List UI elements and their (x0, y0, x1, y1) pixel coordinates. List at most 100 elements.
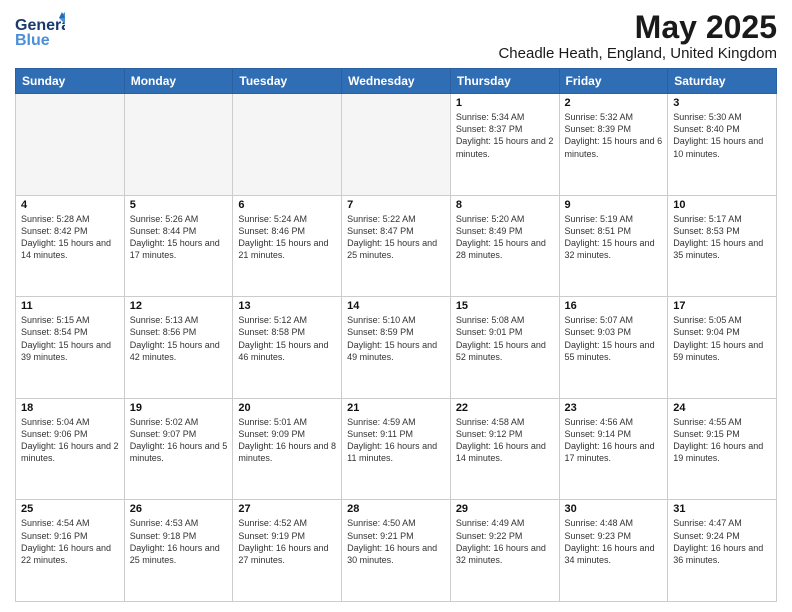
day-number: 7 (347, 199, 445, 211)
calendar-week-row: 25 Sunrise: 4:54 AMSunset: 9:16 PMDayligh… (16, 500, 777, 602)
day-number: 10 (673, 199, 771, 211)
col-sunday: Sunday (16, 69, 125, 94)
cell-info: Sunrise: 4:48 AMSunset: 9:23 PMDaylight:… (565, 517, 663, 566)
day-number: 22 (456, 402, 554, 414)
table-cell: 21Sunrise: 4:59 AMSunset: 9:11 PMDayligh… (342, 398, 451, 500)
table-cell: 8 Sunrise: 5:20 AMSunset: 8:49 PMDaylight… (450, 195, 559, 297)
table-cell: 2 Sunrise: 5:32 AMSunset: 8:39 PMDaylight… (559, 94, 668, 196)
table-cell: 11 Sunrise: 5:15 AMSunset: 8:54 PMDayligh… (16, 297, 125, 399)
table-cell (124, 94, 233, 196)
cell-info: Sunrise: 5:01 AMSunset: 9:09 PMDaylight:… (238, 416, 336, 465)
table-cell: 20 Sunrise: 5:01 AMSunset: 9:09 PMDayligh… (233, 398, 342, 500)
cell-info: Sunrise: 5:19 AMSunset: 8:51 PMDaylight:… (565, 213, 663, 262)
table-cell (342, 94, 451, 196)
table-cell: 6 Sunrise: 5:24 AMSunset: 8:46 PMDaylight… (233, 195, 342, 297)
cell-info: Sunrise: 4:58 AMSunset: 9:12 PMDaylight:… (456, 416, 554, 465)
day-number: 31 (673, 503, 771, 515)
page: General Blue May 2025 Cheadle Heath, Eng… (0, 0, 792, 612)
table-cell: 12Sunrise: 5:13 AMSunset: 8:56 PMDayligh… (124, 297, 233, 399)
day-number: 27 (238, 503, 336, 515)
col-saturday: Saturday (668, 69, 777, 94)
cell-info: Sunrise: 4:56 AMSunset: 9:14 PMDaylight:… (565, 416, 663, 465)
day-number: 11 (21, 300, 119, 312)
cell-info: Sunrise: 5:02 AMSunset: 9:07 PMDaylight:… (130, 416, 228, 465)
svg-text:Blue: Blue (15, 32, 50, 49)
day-number: 29 (456, 503, 554, 515)
table-cell: 22 Sunrise: 4:58 AMSunset: 9:12 PMDayligh… (450, 398, 559, 500)
logo-icon: General Blue (15, 10, 65, 50)
table-cell: 28Sunrise: 4:50 AMSunset: 9:21 PMDayligh… (342, 500, 451, 602)
cell-info: Sunrise: 5:28 AMSunset: 8:42 PMDaylight:… (21, 213, 119, 262)
table-cell: 7 Sunrise: 5:22 AMSunset: 8:47 PMDaylight… (342, 195, 451, 297)
cell-info: Sunrise: 5:34 AMSunset: 8:37 PMDaylight:… (456, 111, 554, 160)
location: Cheadle Heath, England, United Kingdom (498, 45, 777, 62)
cell-info: Sunrise: 4:49 AMSunset: 9:22 PMDaylight:… (456, 517, 554, 566)
day-number: 20 (238, 402, 336, 414)
day-number: 14 (347, 300, 445, 312)
table-cell (233, 94, 342, 196)
table-cell: 19 Sunrise: 5:02 AMSunset: 9:07 PMDayligh… (124, 398, 233, 500)
table-cell: 26 Sunrise: 4:53 AMSunset: 9:18 PMDayligh… (124, 500, 233, 602)
cell-info: Sunrise: 5:10 AMSunset: 8:59 PMDaylight:… (347, 314, 445, 363)
cell-info: Sunrise: 4:55 AMSunset: 9:15 PMDaylight:… (673, 416, 771, 465)
table-cell: 30 Sunrise: 4:48 AMSunset: 9:23 PMDayligh… (559, 500, 668, 602)
cell-info: Sunrise: 5:17 AMSunset: 8:53 PMDaylight:… (673, 213, 771, 262)
day-number: 26 (130, 503, 228, 515)
table-cell: 17 Sunrise: 5:05 AMSunset: 9:04 PMDayligh… (668, 297, 777, 399)
table-cell: 31 Sunrise: 4:47 AMSunset: 9:24 PMDayligh… (668, 500, 777, 602)
cell-info: Sunrise: 5:32 AMSunset: 8:39 PMDaylight:… (565, 111, 663, 160)
table-cell: 23Sunrise: 4:56 AMSunset: 9:14 PMDayligh… (559, 398, 668, 500)
header-right: May 2025 Cheadle Heath, England, United … (498, 10, 777, 62)
table-cell: 9 Sunrise: 5:19 AMSunset: 8:51 PMDaylight… (559, 195, 668, 297)
cell-info: Sunrise: 5:24 AMSunset: 8:46 PMDaylight:… (238, 213, 336, 262)
day-number: 9 (565, 199, 663, 211)
cell-info: Sunrise: 4:54 AMSunset: 9:16 PMDaylight:… (21, 517, 119, 566)
cell-info: Sunrise: 5:12 AMSunset: 8:58 PMDaylight:… (238, 314, 336, 363)
day-number: 25 (21, 503, 119, 515)
col-friday: Friday (559, 69, 668, 94)
cell-info: Sunrise: 4:59 AMSunset: 9:11 PMDaylight:… (347, 416, 445, 465)
calendar-week-row: 4Sunrise: 5:28 AMSunset: 8:42 PMDaylight… (16, 195, 777, 297)
day-number: 12 (130, 300, 228, 312)
day-number: 28 (347, 503, 445, 515)
logo: General Blue (15, 10, 65, 50)
cell-info: Sunrise: 5:08 AMSunset: 9:01 PMDaylight:… (456, 314, 554, 363)
cell-info: Sunrise: 5:05 AMSunset: 9:04 PMDaylight:… (673, 314, 771, 363)
day-number: 8 (456, 199, 554, 211)
day-number: 16 (565, 300, 663, 312)
cell-info: Sunrise: 5:30 AMSunset: 8:40 PMDaylight:… (673, 111, 771, 160)
header: General Blue May 2025 Cheadle Heath, Eng… (15, 10, 777, 62)
day-number: 2 (565, 97, 663, 109)
table-cell (16, 94, 125, 196)
calendar-week-row: 18 Sunrise: 5:04 AMSunset: 9:06 PMDayligh… (16, 398, 777, 500)
table-cell: 4Sunrise: 5:28 AMSunset: 8:42 PMDaylight… (16, 195, 125, 297)
calendar-table: Sunday Monday Tuesday Wednesday Thursday… (15, 68, 777, 602)
cell-info: Sunrise: 4:53 AMSunset: 9:18 PMDaylight:… (130, 517, 228, 566)
table-cell: 1 Sunrise: 5:34 AMSunset: 8:37 PMDaylight… (450, 94, 559, 196)
table-cell: 15 Sunrise: 5:08 AMSunset: 9:01 PMDayligh… (450, 297, 559, 399)
day-number: 17 (673, 300, 771, 312)
day-number: 15 (456, 300, 554, 312)
day-number: 18 (21, 402, 119, 414)
calendar-week-row: 11 Sunrise: 5:15 AMSunset: 8:54 PMDayligh… (16, 297, 777, 399)
cell-info: Sunrise: 4:52 AMSunset: 9:19 PMDaylight:… (238, 517, 336, 566)
cell-info: Sunrise: 4:47 AMSunset: 9:24 PMDaylight:… (673, 517, 771, 566)
day-number: 30 (565, 503, 663, 515)
table-cell: 5Sunrise: 5:26 AMSunset: 8:44 PMDaylight… (124, 195, 233, 297)
table-cell: 24 Sunrise: 4:55 AMSunset: 9:15 PMDayligh… (668, 398, 777, 500)
cell-info: Sunrise: 5:15 AMSunset: 8:54 PMDaylight:… (21, 314, 119, 363)
day-number: 19 (130, 402, 228, 414)
cell-info: Sunrise: 5:20 AMSunset: 8:49 PMDaylight:… (456, 213, 554, 262)
cell-info: Sunrise: 5:04 AMSunset: 9:06 PMDaylight:… (21, 416, 119, 465)
col-thursday: Thursday (450, 69, 559, 94)
col-tuesday: Tuesday (233, 69, 342, 94)
day-number: 24 (673, 402, 771, 414)
table-cell: 18 Sunrise: 5:04 AMSunset: 9:06 PMDayligh… (16, 398, 125, 500)
cell-info: Sunrise: 5:22 AMSunset: 8:47 PMDaylight:… (347, 213, 445, 262)
table-cell: 10 Sunrise: 5:17 AMSunset: 8:53 PMDayligh… (668, 195, 777, 297)
table-cell: 27 Sunrise: 4:52 AMSunset: 9:19 PMDayligh… (233, 500, 342, 602)
day-number: 6 (238, 199, 336, 211)
day-number: 1 (456, 97, 554, 109)
table-cell: 3Sunrise: 5:30 AMSunset: 8:40 PMDaylight… (668, 94, 777, 196)
table-cell: 16Sunrise: 5:07 AMSunset: 9:03 PMDayligh… (559, 297, 668, 399)
